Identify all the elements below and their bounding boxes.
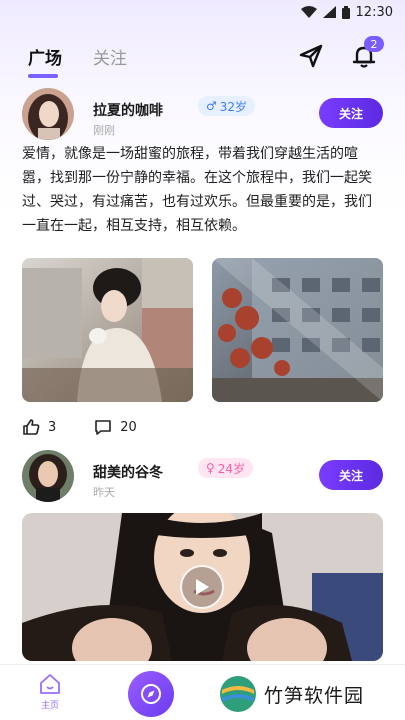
gender-age-badge: ♀ 24岁 xyxy=(198,458,254,478)
notification-badge: 2 xyxy=(364,36,384,52)
male-icon: ♂ xyxy=(206,99,217,113)
gender-age-badge: ♂ 32岁 xyxy=(198,96,256,116)
female-icon: ♀ xyxy=(206,461,215,475)
post-text: 爱情，就像是一场甜蜜的旅程，带着我们穿越生活的喧嚣，找到那一份宁静的幸福。在这个… xyxy=(22,146,372,234)
age-label: 32岁 xyxy=(219,99,248,114)
send-icon[interactable] xyxy=(297,42,325,70)
status-time: 12:30 xyxy=(355,4,393,20)
follow-button[interactable]: 关注 xyxy=(319,460,383,490)
home-icon xyxy=(40,674,60,694)
like-button[interactable]: 3 xyxy=(22,418,56,436)
age-label: 24岁 xyxy=(217,461,246,476)
compass-icon xyxy=(141,684,161,704)
tab-following[interactable]: 关注 xyxy=(93,44,127,69)
play-icon xyxy=(196,579,209,595)
post-actions: 3 20 xyxy=(22,416,137,438)
follow-button[interactable]: 关注 xyxy=(319,98,383,128)
comment-count: 20 xyxy=(120,419,137,435)
username[interactable]: 拉夏的咖啡 xyxy=(93,100,163,120)
comment-icon xyxy=(95,420,112,435)
post-header: 甜美的谷冬 昨天 ♀ 24岁 关注 xyxy=(0,450,405,504)
avatar[interactable] xyxy=(22,450,74,502)
thumbs-up-icon xyxy=(23,419,40,435)
wifi-icon xyxy=(300,6,317,18)
watermark-text: 竹笋软件园 xyxy=(264,684,365,707)
top-navigation: 广场 关注 2 xyxy=(0,34,405,78)
post-header: 拉夏的咖啡 刚刚 ♂ 32岁 关注 xyxy=(0,88,405,142)
avatar[interactable] xyxy=(22,88,74,140)
comment-button[interactable]: 20 xyxy=(94,418,137,436)
status-bar: 12:30 xyxy=(0,0,405,24)
post-photo[interactable] xyxy=(212,258,383,402)
post-time: 刚刚 xyxy=(93,124,115,137)
tab-square[interactable]: 广场 xyxy=(28,44,62,78)
post-time: 昨天 xyxy=(93,486,115,499)
username[interactable]: 甜美的谷冬 xyxy=(93,462,163,482)
watermark-logo-icon xyxy=(220,676,256,712)
like-count: 3 xyxy=(48,419,57,435)
signal-icon xyxy=(322,6,336,18)
nav-discover[interactable] xyxy=(128,671,174,717)
battery-icon xyxy=(341,5,350,19)
watermark: 竹笋软件园 xyxy=(218,674,364,714)
nav-home-label: 主页 xyxy=(40,701,59,711)
play-button[interactable] xyxy=(180,565,224,609)
post-photo[interactable] xyxy=(22,258,193,402)
post-video[interactable] xyxy=(22,513,383,661)
nav-home[interactable]: 主页 xyxy=(30,673,70,715)
